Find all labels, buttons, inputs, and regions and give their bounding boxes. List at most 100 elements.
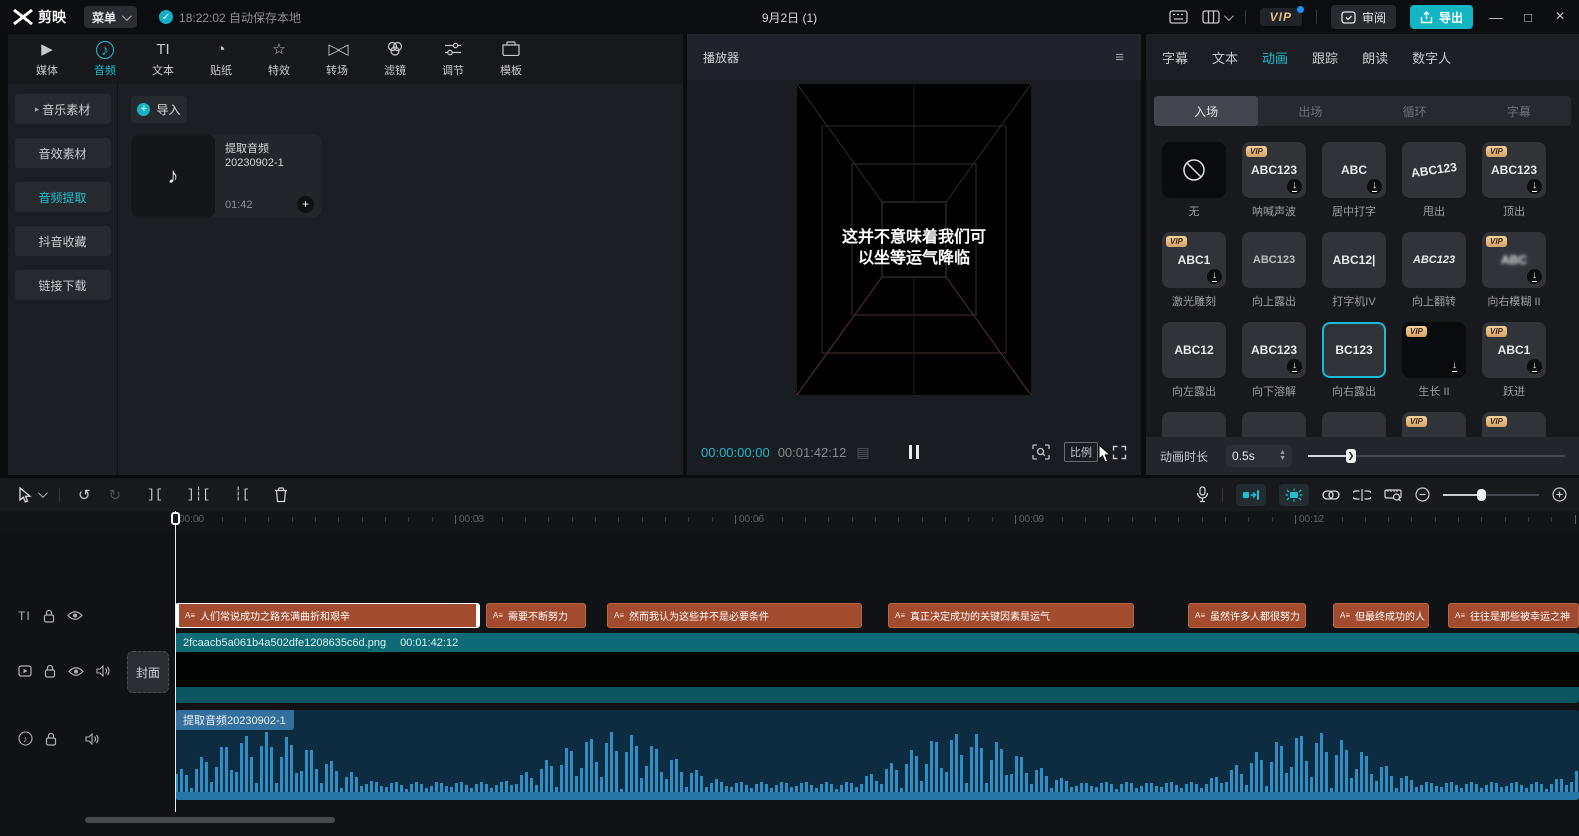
lock-icon[interactable] <box>45 732 57 746</box>
aspect-ratio-button[interactable]: 比例 <box>1064 442 1098 462</box>
settings-tab-2[interactable]: 文本 <box>1212 48 1238 67</box>
maximize-button[interactable]: □ <box>1519 10 1537 25</box>
duration-value-field[interactable]: 0.5s ▲▼ <box>1226 445 1292 467</box>
text-segment-4[interactable]: A≡真正决定成功的关键因素是运气 <box>888 603 1134 628</box>
timecode-list-icon[interactable]: ▤ <box>856 444 869 461</box>
shortcut-keys-icon[interactable] <box>1169 10 1188 24</box>
close-button[interactable]: × <box>1551 8 1569 26</box>
animation-tile-向右露出[interactable]: BC123 <box>1322 322 1386 378</box>
minimize-button[interactable]: — <box>1487 10 1505 25</box>
playhead-line[interactable] <box>175 511 176 812</box>
animation-tile-向上翻转[interactable]: ABC123 <box>1402 232 1466 288</box>
media-tab-transition[interactable]: ▷◁转场 <box>308 34 366 84</box>
video-preview[interactable]: 这并不意味着我们可 以坐等运气降临 <box>797 84 1031 395</box>
settings-tab-6[interactable]: 数字人 <box>1412 48 1451 67</box>
media-tab-filter[interactable]: 滤镜 <box>366 34 424 84</box>
fullscreen-icon[interactable] <box>1112 445 1127 460</box>
sidebar-item-3[interactable]: 音频提取 <box>15 182 111 212</box>
duration-slider-handle[interactable]: ❯ <box>1346 449 1356 463</box>
delete-right-button[interactable]: ┆[ <box>234 487 250 502</box>
delete-left-button[interactable]: ]┆[ <box>187 487 210 502</box>
animation-tile-hidden[interactable]: VIP <box>1482 412 1546 437</box>
animation-tile-向上露出[interactable]: ABC123 <box>1242 232 1306 288</box>
unlink-split-icon[interactable] <box>1353 489 1371 501</box>
duration-stepper[interactable]: ▲▼ <box>1279 450 1286 462</box>
duration-slider[interactable]: ❯ <box>1308 449 1565 463</box>
eye-icon[interactable] <box>68 666 84 677</box>
sidebar-item-4[interactable]: 抖音收藏 <box>15 226 111 256</box>
layout-mode-icon[interactable] <box>1202 10 1231 24</box>
text-segment-2[interactable]: A≡需要不断努力 <box>486 603 586 628</box>
select-tool-button[interactable] <box>18 487 45 503</box>
preview-quality-icon[interactable] <box>1032 444 1050 460</box>
animation-tile-向下溶解[interactable]: ABC123↓ <box>1242 322 1306 378</box>
media-tab-media[interactable]: ▶媒体 <box>18 34 76 84</box>
text-segment-7[interactable]: A≡往往是那些被幸运之神 <box>1448 603 1579 628</box>
media-tab-audio[interactable]: ♪音频 <box>76 34 134 84</box>
vip-badge[interactable]: VIP <box>1260 8 1302 26</box>
zoom-in-icon[interactable] <box>1552 487 1567 502</box>
menu-button[interactable]: 菜单 <box>84 6 137 28</box>
zoom-out-icon[interactable] <box>1415 487 1430 502</box>
timeline-ruler[interactable]: 00:0000:0300:0600:0900:1200:15 <box>0 511 1579 533</box>
playhead-handle[interactable] <box>171 512 180 525</box>
mute-icon[interactable] <box>96 665 110 677</box>
animation-tile-顶出[interactable]: ABC123VIP↓ <box>1482 142 1546 198</box>
animation-tile-甩出[interactable]: ABC123 <box>1402 142 1466 198</box>
media-tab-effects[interactable]: ☆特效 <box>250 34 308 84</box>
lock-icon[interactable] <box>44 664 56 678</box>
review-button[interactable]: 审阅 <box>1331 5 1396 29</box>
player-menu-icon[interactable]: ≡ <box>1115 49 1125 66</box>
add-to-timeline-button[interactable]: + <box>297 196 314 213</box>
text-segment-3[interactable]: A≡然而我认为这些并不是必要条件 <box>607 603 862 628</box>
undo-button[interactable]: ↺ <box>78 486 91 504</box>
preview-axis-icon[interactable] <box>1384 488 1402 502</box>
animation-subtab-2[interactable]: 出场 <box>1258 96 1362 126</box>
link-clips-icon[interactable] <box>1322 490 1340 500</box>
settings-tab-1[interactable]: 字幕 <box>1162 48 1188 67</box>
media-tab-sticker[interactable]: ◔贴纸 <box>192 34 250 84</box>
settings-tab-5[interactable]: 朗读 <box>1362 48 1388 67</box>
animation-tile-激光雕刻[interactable]: ABC1VIP↓ <box>1162 232 1226 288</box>
settings-tab-4[interactable]: 跟踪 <box>1312 48 1338 67</box>
split-button[interactable]: ][ <box>147 487 163 502</box>
import-button[interactable]: + 导入 <box>131 96 187 123</box>
audio-asset-card[interactable]: ♪ 提取音频 20230902-1 01:42 + <box>131 134 321 218</box>
animation-subtab-3[interactable]: 循环 <box>1363 96 1467 126</box>
text-segment-5[interactable]: A≡虽然许多人都很努力 <box>1188 603 1306 628</box>
animation-tile-hidden[interactable] <box>1242 412 1306 437</box>
export-button[interactable]: 导出 <box>1410 5 1473 29</box>
sidebar-item-5[interactable]: 链接下载 <box>15 270 111 300</box>
animation-tile-打字机IV[interactable]: ABC12| <box>1322 232 1386 288</box>
animation-tile-呐喊声波[interactable]: ABC123VIP↓ <box>1242 142 1306 198</box>
animation-subtab-4[interactable]: 字幕 <box>1467 96 1571 126</box>
animation-tile-向右模糊 II[interactable]: ABCVIP↓ <box>1482 232 1546 288</box>
animation-tile-无[interactable] <box>1162 142 1226 198</box>
animation-tile-生长 II[interactable]: VIP↓ <box>1402 322 1466 378</box>
animation-tile-hidden[interactable]: VIP <box>1402 412 1466 437</box>
magnetic-snap-toggle[interactable] <box>1236 484 1266 506</box>
animation-tile-向左露出[interactable]: ABC12 <box>1162 322 1226 378</box>
pause-button[interactable] <box>909 445 919 459</box>
animation-tile-hidden[interactable] <box>1162 412 1226 437</box>
sidebar-item-2[interactable]: 音效素材 <box>15 138 111 168</box>
cover-button[interactable]: 封面 <box>127 651 169 693</box>
animation-tile-hidden[interactable] <box>1322 412 1386 437</box>
mute-icon[interactable] <box>85 733 99 745</box>
media-tab-template[interactable]: 模板 <box>482 34 540 84</box>
record-voiceover-icon[interactable] <box>1196 486 1209 503</box>
auto-preview-toggle[interactable] <box>1279 484 1309 506</box>
timeline-zoom-slider[interactable] <box>1443 489 1539 501</box>
horizontal-scrollbar[interactable] <box>85 817 335 823</box>
animation-tile-跃进[interactable]: ABC1VIP↓ <box>1482 322 1546 378</box>
animation-tile-居中打字[interactable]: ABC↓ <box>1322 142 1386 198</box>
delete-button[interactable] <box>274 487 288 503</box>
text-segment-6[interactable]: A≡但最终成功的人 <box>1333 603 1429 628</box>
audio-track-clip[interactable]: 提取音频20230902-1 <box>175 710 1579 800</box>
zoom-slider-handle[interactable] <box>1477 489 1486 501</box>
animation-subtab-1[interactable]: 入场 <box>1154 96 1258 126</box>
step-down-icon[interactable]: ▼ <box>1279 456 1286 462</box>
media-tab-adjust[interactable]: 调节 <box>424 34 482 84</box>
media-tab-text[interactable]: TI文本 <box>134 34 192 84</box>
settings-tab-3[interactable]: 动画 <box>1262 48 1288 67</box>
